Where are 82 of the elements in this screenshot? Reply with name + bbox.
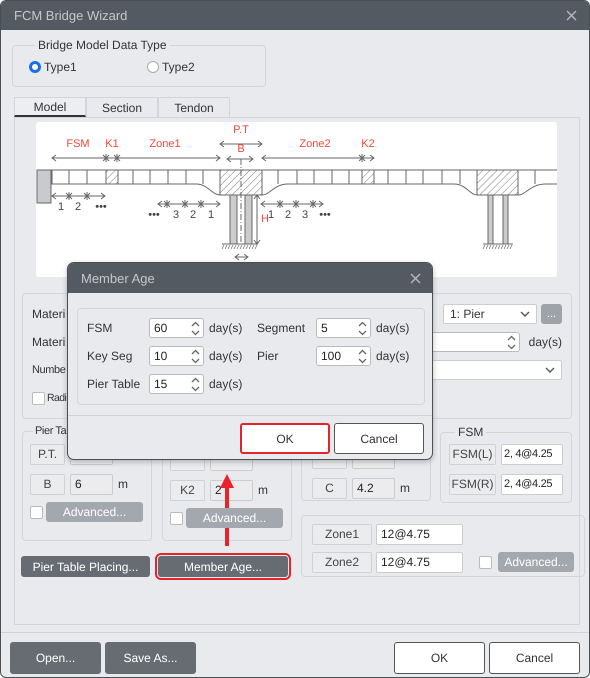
segment-number: 3 xyxy=(172,209,180,221)
dimension-label: K2 xyxy=(361,138,375,150)
unit-label: day(s) xyxy=(375,349,410,363)
spin-field[interactable]: 100 xyxy=(316,346,371,366)
dialog-title: Member Age xyxy=(81,270,155,286)
input-field[interactable]: 2, 4@4.25 xyxy=(501,444,563,464)
segment-number: ••• xyxy=(148,209,160,221)
segment-number: 1 xyxy=(58,201,64,213)
field-label: Materi xyxy=(32,307,66,321)
group-title: Pier Ta xyxy=(34,425,68,437)
radio-button[interactable] xyxy=(147,61,159,73)
spin-arrows-icon[interactable] xyxy=(191,320,200,336)
unit-label: m xyxy=(258,483,268,497)
input-field[interactable]: 2, 4@4.25 xyxy=(501,474,563,494)
window-title: FCM Bridge Wizard xyxy=(14,8,128,23)
dimension-label: K1 xyxy=(105,138,119,150)
field-label: FSM xyxy=(87,321,114,335)
unit-label: day(s) xyxy=(208,321,244,335)
label-button[interactable]: Zone2 xyxy=(312,552,372,572)
spin-arrows-icon[interactable] xyxy=(191,348,200,364)
segment-number: 3 xyxy=(302,209,308,221)
label-button[interactable]: Zone1 xyxy=(312,524,372,544)
field-label: Numbe xyxy=(32,364,66,376)
spin-field[interactable]: 5 xyxy=(316,318,371,338)
dimension-label: Zone2 xyxy=(299,138,331,150)
footer-button[interactable]: OK xyxy=(394,642,485,674)
label-button[interactable]: FSM(R) xyxy=(449,474,496,494)
spin-arrows-icon[interactable] xyxy=(358,320,367,336)
dialog-button[interactable]: OK xyxy=(240,423,330,454)
dimension-label: P.T xyxy=(233,124,249,136)
spin-arrows-icon[interactable] xyxy=(358,348,367,364)
radio-label[interactable]: Type1 xyxy=(44,60,77,74)
checkbox-label[interactable]: Radi xyxy=(47,392,66,404)
footer-button[interactable]: Cancel xyxy=(489,642,580,674)
dialog-button[interactable]: Cancel xyxy=(334,423,424,454)
spin-field[interactable]: 10 xyxy=(149,346,204,366)
unit-label: day(s) xyxy=(375,321,410,335)
group-title: FSM xyxy=(457,425,484,439)
close-icon[interactable] xyxy=(410,272,421,284)
segment-number: 1 xyxy=(208,209,214,221)
spin-field[interactable]: 60 xyxy=(149,318,204,338)
action-button[interactable]: Pier Table Placing... xyxy=(21,556,150,577)
segment-number: 2 xyxy=(74,201,82,213)
input-field[interactable]: 12@4.75 xyxy=(376,552,463,572)
footer-button[interactable]: Save As... xyxy=(105,642,196,674)
tab[interactable]: Tendon xyxy=(158,97,230,117)
chevron-down-icon xyxy=(545,367,555,373)
input-field[interactable]: 12@4.75 xyxy=(376,524,463,544)
spin-arrows-icon[interactable] xyxy=(191,376,200,392)
group-title: Bridge Model Data Type xyxy=(37,38,168,52)
field-label: Key Seg xyxy=(87,349,134,363)
footer-button[interactable]: Open... xyxy=(10,642,101,674)
unit-label: m xyxy=(118,477,128,491)
unit-label: day(s) xyxy=(208,377,244,391)
unit-label: day(s) xyxy=(528,335,562,349)
spin-arrows-icon[interactable] xyxy=(506,334,516,350)
segment-number: 2 xyxy=(190,209,196,221)
pier-select[interactable]: 1: Pier xyxy=(443,304,537,324)
field-label: Segment xyxy=(257,321,306,335)
segment-number: ••• xyxy=(319,209,331,221)
chevron-down-icon xyxy=(520,311,530,317)
dimension-label: Zone1 xyxy=(149,138,181,150)
label-button[interactable]: FSM(L) xyxy=(449,444,496,464)
radio-label[interactable]: Type2 xyxy=(162,60,195,74)
segment-number: 2 xyxy=(284,209,292,221)
dimension-label: FSM xyxy=(66,138,90,150)
field-label: Pier xyxy=(257,349,280,363)
dimension-label: H xyxy=(261,213,269,225)
field-label: Materi xyxy=(32,335,66,349)
unit-label: m xyxy=(400,481,410,495)
dimension-label: B xyxy=(237,143,245,155)
close-icon[interactable] xyxy=(566,10,577,21)
segment-number: ••• xyxy=(95,201,107,213)
unit-label: day(s) xyxy=(208,349,244,363)
tab[interactable]: Section xyxy=(86,97,158,117)
segment-number: 1 xyxy=(268,209,274,221)
radio-button[interactable] xyxy=(29,61,41,73)
field-label: Pier Table xyxy=(87,377,142,391)
action-button[interactable]: Member Age... xyxy=(158,556,288,577)
checkbox[interactable] xyxy=(32,392,45,404)
spin-field[interactable]: 15 xyxy=(149,374,204,394)
tab[interactable]: Model xyxy=(14,97,86,117)
